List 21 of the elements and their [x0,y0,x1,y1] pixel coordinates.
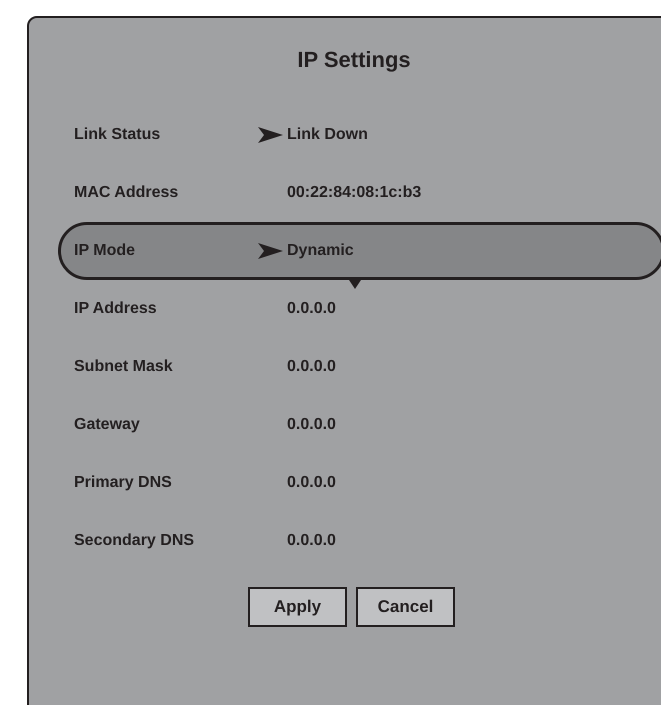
setting-value: Dynamic [287,242,354,260]
setting-label: IP Mode [74,242,136,260]
dialog-button[interactable]: Apply [248,587,347,627]
setting-value: 0.0.0.0 [287,532,336,550]
down-triangle-icon [347,277,363,289]
setting-value: Link Down [287,126,368,144]
setting-label: MAC Address [74,184,180,202]
setting-value: 0.0.0.0 [287,300,336,318]
setting-value: 0.0.0.0 [287,358,336,376]
setting-value: 00:22:84:08:1c:b3 [287,184,422,202]
setting-label: Secondary DNS [74,532,196,550]
setting-label: IP Address [74,300,158,318]
dialog-button[interactable]: Cancel [356,587,455,627]
setting-value: 0.0.0.0 [287,474,336,492]
selected-row-highlight[interactable]: IP Mode Dynamic [58,222,661,280]
setting-label: Primary DNS [74,474,173,492]
setting-label: Subnet Mask [74,358,174,376]
setting-label: Link Status [74,126,162,144]
setting-value: 0.0.0.0 [287,416,336,434]
setting-label: Gateway [74,416,141,434]
panel-title: IP Settings [296,47,412,73]
